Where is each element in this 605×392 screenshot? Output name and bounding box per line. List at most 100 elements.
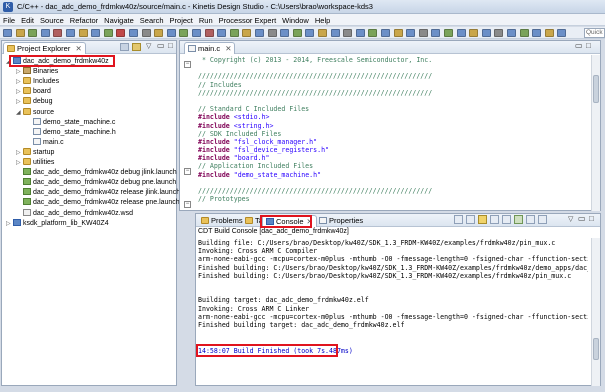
- expanded-arrow-icon[interactable]: ◢: [16, 108, 23, 118]
- collapsed-arrow-icon[interactable]: ▷: [16, 67, 23, 77]
- debug-config-icon[interactable]: [229, 29, 239, 37]
- collapsed-arrow-icon[interactable]: ▷: [16, 87, 23, 97]
- view-menu-icon[interactable]: ▽: [568, 215, 573, 223]
- tree-item-demo-state-machine-c[interactable]: demo_state_machine.c: [26, 117, 115, 128]
- collapsed-arrow-icon[interactable]: ▷: [6, 219, 13, 229]
- menu-item-edit[interactable]: Edit: [18, 14, 37, 26]
- debug-icon[interactable]: [103, 29, 113, 37]
- open-perspective-icon[interactable]: [507, 29, 516, 37]
- console-icon[interactable]: [217, 29, 227, 37]
- view-menu-icon[interactable]: ▽: [146, 42, 151, 50]
- prev-error-icon[interactable]: [526, 215, 535, 224]
- menu-item-search[interactable]: Search: [137, 14, 167, 26]
- save-icon[interactable]: [15, 29, 25, 37]
- next-error-icon[interactable]: [538, 215, 547, 224]
- new-icon[interactable]: [3, 29, 12, 37]
- collapsed-arrow-icon[interactable]: ▷: [16, 148, 23, 158]
- back-icon[interactable]: [330, 29, 340, 37]
- console-scroll-thumb[interactable]: [593, 338, 599, 360]
- build-icon[interactable]: [28, 29, 38, 37]
- tree-item-startup[interactable]: ▷ startup: [16, 147, 54, 158]
- display-console-icon[interactable]: [502, 215, 511, 224]
- build-all-icon[interactable]: [66, 29, 75, 37]
- tree-item-main-c[interactable]: main.c: [26, 137, 64, 148]
- menu-item-project[interactable]: Project: [167, 14, 196, 26]
- last-edit-icon[interactable]: [318, 29, 327, 37]
- zoom-icon[interactable]: [444, 29, 453, 37]
- terminal-icon[interactable]: [204, 29, 214, 37]
- link-icon[interactable]: [406, 29, 416, 37]
- tree-item-demo-state-machine-h[interactable]: demo_state_machine.h: [26, 127, 116, 138]
- minimize-icon[interactable]: ▭: [157, 41, 165, 50]
- quick-access-field[interactable]: Quick A: [584, 28, 605, 38]
- save-all-icon[interactable]: [40, 29, 50, 37]
- tree-item-binaries[interactable]: ▷ Binaries: [16, 67, 58, 77]
- tree-item-board[interactable]: ▷ board: [16, 87, 51, 97]
- tab-project-explorer[interactable]: Project Explorer ✕: [3, 42, 86, 54]
- tree-item-dac-adc-demo-frdmkw40z-debug-jlink-launch[interactable]: dac_adc_demo_frdmkw40z debug jlink.launc…: [16, 168, 177, 178]
- tree-item-source[interactable]: ◢ source: [16, 107, 54, 118]
- filter-icon[interactable]: [393, 29, 403, 37]
- tree-item-dac-adc-demo-frdmkw40z-release-pne-launch[interactable]: dac_adc_demo_frdmkw40z release pne.launc…: [16, 198, 180, 208]
- fold-toggle-icon[interactable]: −: [184, 201, 191, 208]
- menu-item-file[interactable]: File: [0, 14, 18, 26]
- minimize-icon[interactable]: ▭: [575, 41, 583, 50]
- tree-item-debug[interactable]: ▷ debug: [16, 97, 52, 107]
- next-annotation-icon[interactable]: [305, 29, 315, 37]
- open-console-icon[interactable]: [514, 215, 523, 224]
- collapsed-arrow-icon[interactable]: ▷: [16, 158, 23, 168]
- menu-item-refactor[interactable]: Refactor: [67, 14, 101, 26]
- minimize-icon[interactable]: ▭: [578, 214, 586, 223]
- pin-console-icon[interactable]: [478, 215, 487, 224]
- new-file-icon[interactable]: [192, 29, 201, 37]
- new-class-icon[interactable]: [166, 29, 176, 37]
- tree-item-utilities[interactable]: ▷ utilities: [16, 158, 54, 168]
- window-icon[interactable]: [456, 29, 466, 37]
- editor-scroll-thumb[interactable]: [593, 75, 599, 103]
- cpp-perspective-icon[interactable]: [519, 29, 529, 37]
- menu-item-window[interactable]: Window: [279, 14, 312, 26]
- menu-item-help[interactable]: Help: [312, 14, 333, 26]
- fold-toggle-icon[interactable]: −: [184, 168, 191, 175]
- scroll-lock-icon[interactable]: [466, 215, 475, 224]
- fold-toggle-icon[interactable]: −: [184, 61, 191, 68]
- code-editor[interactable]: * Copyright (c) 2013 - 2014, Freescale S…: [198, 56, 588, 203]
- maximize-icon[interactable]: □: [586, 41, 591, 50]
- console-scrollbar[interactable]: [591, 238, 600, 386]
- home-icon[interactable]: [418, 29, 428, 37]
- nav-back-icon[interactable]: [255, 29, 264, 37]
- open-folder-icon[interactable]: [78, 29, 88, 37]
- console-output[interactable]: Building file: C:/Users/brao/Desktop/kw4…: [198, 239, 588, 345]
- stop-icon[interactable]: [53, 29, 63, 37]
- collapsed-arrow-icon[interactable]: ▷: [16, 97, 23, 107]
- close-icon[interactable]: ✕: [75, 44, 81, 53]
- refresh-icon[interactable]: [431, 29, 441, 37]
- menu-item-run[interactable]: Run: [196, 14, 216, 26]
- menu-item-source[interactable]: Source: [37, 14, 67, 26]
- external-tools-icon[interactable]: [129, 29, 138, 37]
- pin-icon[interactable]: [355, 29, 365, 37]
- forward-icon[interactable]: [343, 29, 353, 37]
- tab-properties[interactable]: Properties: [316, 215, 366, 227]
- menu-item-navigate[interactable]: Navigate: [101, 14, 137, 26]
- tree-item-dac-adc-demo-frdmkw40z-release-jlink-launch[interactable]: dac_adc_demo_frdmkw40z release jlink.lau…: [16, 188, 180, 198]
- tab-problems[interactable]: Problems: [198, 215, 246, 227]
- collapse-all-icon[interactable]: [120, 43, 129, 51]
- copy-build-log-icon[interactable]: [490, 215, 499, 224]
- tree-item-includes[interactable]: ▷ Includes: [16, 77, 59, 87]
- perspective-icon[interactable]: [494, 29, 504, 37]
- collapsed-arrow-icon[interactable]: ▷: [16, 77, 23, 87]
- maximize-icon[interactable]: □: [589, 214, 594, 223]
- bookmark-icon[interactable]: [381, 29, 390, 37]
- team-icon[interactable]: [557, 29, 567, 37]
- launch-icon[interactable]: [242, 29, 252, 37]
- task-icon[interactable]: [368, 29, 378, 37]
- settings-icon[interactable]: [141, 29, 151, 37]
- nav-forward-icon[interactable]: [267, 29, 277, 37]
- close-icon[interactable]: ✕: [225, 44, 231, 53]
- annotation-icon[interactable]: [280, 29, 290, 37]
- tab-main-c[interactable]: main.c ✕: [184, 42, 236, 54]
- tree-item-ksdk-platform-lib-kw40z4[interactable]: ▷ ksdk_platform_lib_KW40Z4: [6, 218, 109, 229]
- clear-console-icon[interactable]: [454, 215, 463, 224]
- link-editor-icon[interactable]: [132, 43, 141, 51]
